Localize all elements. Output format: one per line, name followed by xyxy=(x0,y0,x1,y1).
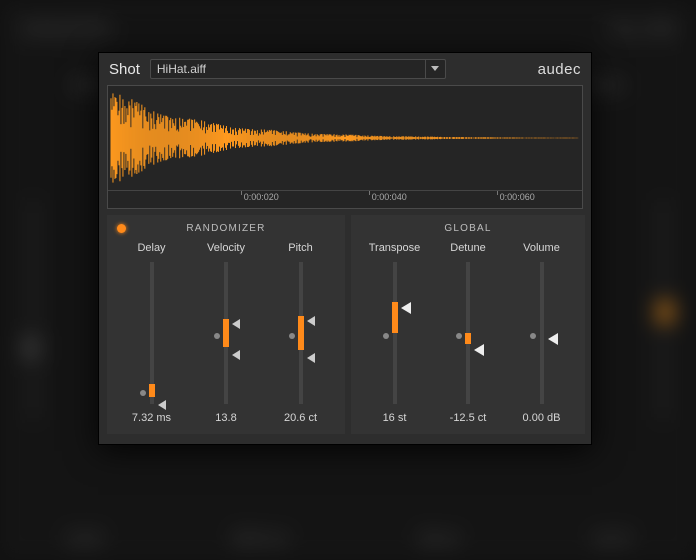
volume-value: 0.00 dB xyxy=(523,412,561,424)
sample-file-name: HiHat.aiff xyxy=(157,62,206,76)
velocity-label: Velocity xyxy=(207,242,245,254)
velocity-value: 13.8 xyxy=(215,412,236,424)
timeline-tick-label: 0:00:060 xyxy=(500,192,535,202)
transpose-label: Transpose xyxy=(369,242,421,254)
plugin-panel: Shot HiHat.aiff audec 0:00:020 0:00:040 … xyxy=(98,52,592,445)
header-bar: Shot HiHat.aiff audec xyxy=(99,53,591,85)
velocity-slider[interactable]: Velocity 13.8 xyxy=(190,242,262,424)
global-section: GLOBAL Transpose 16 st Detune xyxy=(351,215,585,434)
delay-value: 7.32 ms xyxy=(132,412,171,424)
timeline-tick-label: 0:00:020 xyxy=(244,192,279,202)
transpose-value: 16 st xyxy=(383,412,407,424)
controls-row: RANDOMIZER Delay 7.32 ms Velocity xyxy=(99,209,591,444)
transpose-slider[interactable]: Transpose 16 st xyxy=(359,242,431,424)
sample-file-dropdown[interactable]: HiHat.aiff xyxy=(150,59,446,79)
pitch-label: Pitch xyxy=(288,242,312,254)
waveform-display[interactable]: 0:00:020 0:00:040 0:00:060 xyxy=(107,85,583,209)
randomizer-title: RANDOMIZER xyxy=(186,223,265,234)
chevron-down-icon[interactable] xyxy=(425,60,445,78)
timeline-ruler: 0:00:020 0:00:040 0:00:060 xyxy=(108,190,582,209)
volume-label: Volume xyxy=(523,242,560,254)
delay-label: Delay xyxy=(137,242,165,254)
brand-logo: audec xyxy=(538,61,581,78)
plugin-title: Shot xyxy=(109,61,140,78)
randomizer-enable-led[interactable] xyxy=(117,224,126,233)
detune-value: -12.5 ct xyxy=(450,412,487,424)
delay-slider[interactable]: Delay 7.32 ms xyxy=(116,242,188,424)
volume-slider[interactable]: Volume 0.00 dB xyxy=(506,242,578,424)
detune-label: Detune xyxy=(450,242,485,254)
global-title: GLOBAL xyxy=(444,223,491,234)
timeline-tick-label: 0:00:040 xyxy=(372,192,407,202)
randomizer-section: RANDOMIZER Delay 7.32 ms Velocity xyxy=(107,215,345,434)
waveform-icon xyxy=(108,86,582,190)
pitch-value: 20.6 ct xyxy=(284,412,317,424)
pitch-slider[interactable]: Pitch 20.6 ct xyxy=(265,242,337,424)
detune-slider[interactable]: Detune -12.5 ct xyxy=(432,242,504,424)
